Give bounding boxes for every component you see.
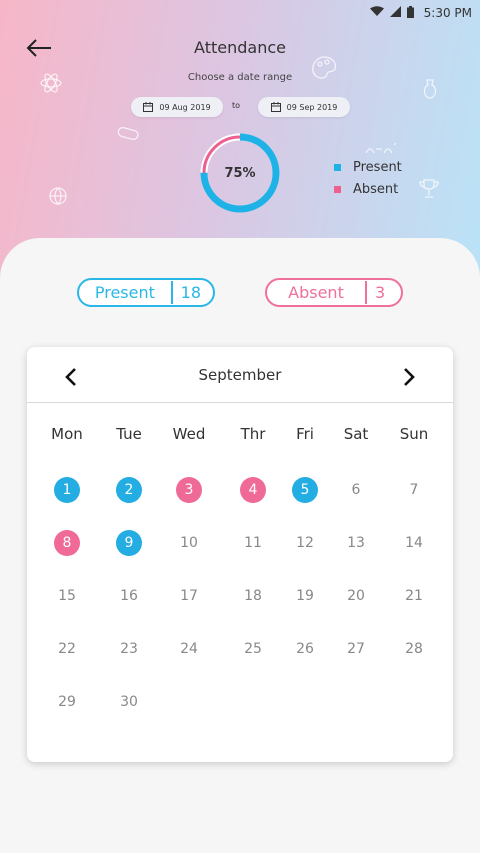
day-4[interactable]: 4 [240,477,266,503]
to-label: to [232,101,241,110]
calendar-header: September [27,347,453,403]
day-28[interactable]: 28 [401,636,427,662]
day-1[interactable]: 1 [54,477,80,503]
signal-icon [389,6,401,20]
present-count-pill[interactable]: Present 18 [77,278,215,307]
day-23[interactable]: 23 [116,636,142,662]
day-7[interactable]: 7 [401,477,427,503]
day-17[interactable]: 17 [176,583,202,609]
day-14[interactable]: 14 [401,530,427,556]
day-3[interactable]: 3 [176,477,202,503]
legend-item-absent: Absent [334,178,402,200]
present-count-label: Present [94,283,155,302]
trophy-icon [418,178,440,205]
legend-label-present: Present [353,159,402,175]
date-from-value: 09 Aug 2019 [159,102,211,112]
day-16[interactable]: 16 [116,583,142,609]
weekday-wed: Wed [172,425,206,443]
date-to-picker[interactable]: 09 Sep 2019 [258,97,350,117]
day-6[interactable]: 6 [343,477,369,503]
day-9[interactable]: 9 [116,530,142,556]
day-26[interactable]: 26 [292,636,318,662]
day-15[interactable]: 15 [54,583,80,609]
day-24[interactable]: 24 [176,636,202,662]
legend: Present Absent [334,156,402,200]
weekday-tue: Tue [116,425,142,443]
day-2[interactable]: 2 [116,477,142,503]
date-range-subtitle: Choose a date range [187,72,293,83]
day-22[interactable]: 22 [54,636,80,662]
day-25[interactable]: 25 [240,636,266,662]
pill-icon [116,126,140,147]
day-11[interactable]: 11 [240,530,266,556]
calendar-month: September [198,366,282,384]
battery-icon [406,5,414,21]
absent-count-label: Absent [288,283,344,302]
calendar-icon [270,102,281,112]
weekday-sun: Sun [399,425,429,443]
date-to-value: 09 Sep 2019 [286,102,338,112]
calendar-card: September Mon Tue Wed Thr Fri Sat Sun 1 2 3 4 5 6 7 8 9… [27,347,453,762]
absent-count-pill[interactable]: Absent 3 [265,278,403,307]
legend-item-present: Present [334,156,402,178]
day-21[interactable]: 21 [401,583,427,609]
weekday-mon: Mon [51,425,83,443]
day-19[interactable]: 19 [292,583,318,609]
weekday-sat: Sat [343,425,369,443]
day-5[interactable]: 5 [292,477,318,503]
absent-count-value: 3 [375,283,386,302]
next-month-button[interactable] [395,363,423,391]
date-from-picker[interactable]: 09 Aug 2019 [131,97,223,117]
day-10[interactable]: 10 [176,530,202,556]
status-time: 5:30 PM [423,6,472,20]
day-13[interactable]: 13 [343,530,369,556]
day-12[interactable]: 12 [292,530,318,556]
day-8[interactable]: 8 [54,530,80,556]
day-27[interactable]: 27 [343,636,369,662]
weekday-thr: Thr [240,425,266,443]
wifi-icon [369,6,384,20]
legend-swatch-present [334,163,341,171]
present-count-value: 18 [180,283,201,302]
attendance-percent: 75% [224,165,256,181]
calendar-icon [143,102,154,112]
page-title: Attendance [194,38,286,57]
day-29[interactable]: 29 [54,689,80,715]
chevron-right-icon [404,368,415,386]
day-20[interactable]: 20 [343,583,369,609]
status-bar: 5:30 PM [0,0,480,26]
day-18[interactable]: 18 [240,583,266,609]
legend-swatch-absent [334,185,341,193]
globe-icon [48,186,68,211]
day-30[interactable]: 30 [116,689,142,715]
legend-label-absent: Absent [353,181,399,197]
